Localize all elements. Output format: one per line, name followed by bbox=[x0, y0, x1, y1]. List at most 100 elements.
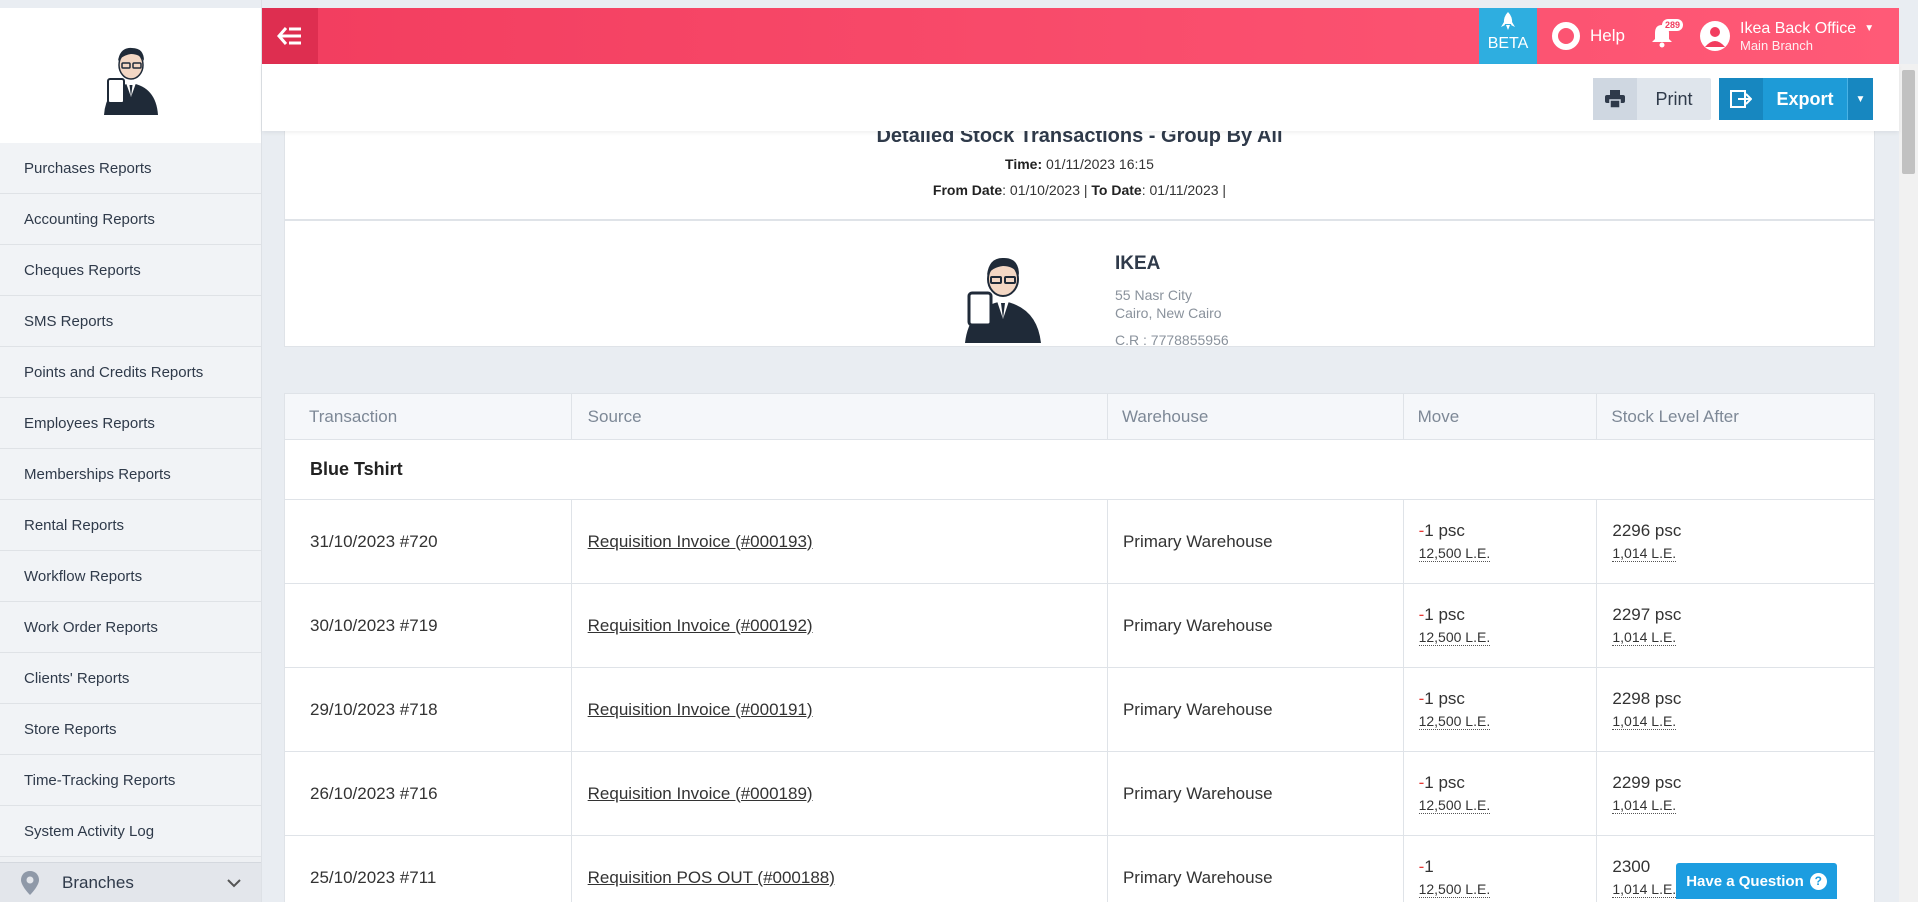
sidebar-item-employees-reports[interactable]: Employees Reports bbox=[0, 398, 261, 449]
branches-label: Branches bbox=[62, 872, 134, 892]
avatar bbox=[1700, 21, 1730, 51]
report-title: Detailed Stock Transactions - Group By A… bbox=[876, 131, 1283, 147]
sidebar-item-workflow-reports[interactable]: Workflow Reports bbox=[0, 551, 261, 602]
table-row: 31/10/2023 #720 Requisition Invoice (#00… bbox=[285, 500, 1874, 584]
level-value: 1,014 L.E. bbox=[1612, 545, 1677, 562]
company-cr: C.R : 7778855956 bbox=[1115, 332, 1229, 348]
sidebar-item-label: Time-Tracking Reports bbox=[24, 771, 176, 789]
page-scrollbar[interactable] bbox=[1899, 64, 1918, 902]
col-source: Source bbox=[572, 394, 1108, 439]
question-icon: ? bbox=[1809, 872, 1827, 890]
move-qty: 1 psc bbox=[1424, 773, 1465, 792]
notifications-button[interactable]: 289 bbox=[1650, 19, 1684, 52]
cell-source: Requisition Invoice (#000189) bbox=[572, 752, 1108, 835]
move-value: 12,500 L.E. bbox=[1418, 545, 1491, 562]
sidebar-item-rental-reports[interactable]: Rental Reports bbox=[0, 500, 261, 551]
sidebar-item-label: System Activity Log bbox=[24, 822, 155, 840]
company-logo[interactable] bbox=[0, 0, 261, 145]
source-link[interactable]: Requisition POS OUT (#000188) bbox=[588, 868, 835, 888]
user-menu[interactable]: Ikea Back Office Main Branch ▼ bbox=[1700, 16, 1874, 56]
cell-transaction: 30/10/2023 #719 bbox=[285, 584, 572, 667]
sidebar-item-system-activity-log[interactable]: System Activity Log bbox=[0, 806, 261, 857]
source-link[interactable]: Requisition Invoice (#000191) bbox=[588, 700, 813, 720]
help-button[interactable]: Help bbox=[1552, 8, 1625, 64]
sidebar-item-cheques-reports[interactable]: Cheques Reports bbox=[0, 245, 261, 296]
cell-warehouse: Primary Warehouse bbox=[1108, 752, 1404, 835]
table-row: 30/10/2023 #719 Requisition Invoice (#00… bbox=[285, 584, 1874, 668]
time-label: Time: bbox=[1005, 156, 1043, 172]
time-value: 01/11/2023 16:15 bbox=[1046, 156, 1154, 172]
cell-warehouse: Primary Warehouse bbox=[1108, 668, 1404, 751]
table-row: 25/10/2023 #711 Requisition POS OUT (#00… bbox=[285, 836, 1874, 902]
to-date-label: To Date bbox=[1091, 182, 1142, 198]
cell-move: -1 12,500 L.E. bbox=[1404, 836, 1598, 902]
scrollbar-thumb[interactable] bbox=[1902, 70, 1915, 174]
move-qty: 1 psc bbox=[1424, 605, 1465, 624]
sidebar-item-points-credits-reports[interactable]: Points and Credits Reports bbox=[0, 347, 261, 398]
cell-transaction: 25/10/2023 #711 bbox=[285, 836, 572, 902]
sidebar-item-label: Clients' Reports bbox=[24, 669, 130, 687]
sidebar-item-store-reports[interactable]: Store Reports bbox=[0, 704, 261, 755]
sidebar-nav: Purchases Reports Accounting Reports Che… bbox=[0, 143, 261, 857]
report-time: Time: 01/11/2023 16:15 bbox=[285, 156, 1874, 172]
businessman-logo-icon bbox=[103, 47, 158, 115]
beta-button[interactable]: BETA bbox=[1479, 8, 1537, 64]
sidebar-item-label: Purchases Reports bbox=[24, 159, 152, 177]
cell-source: Requisition Invoice (#000192) bbox=[572, 584, 1108, 667]
lifebuoy-icon bbox=[1552, 22, 1580, 50]
address-line-2: Cairo, New Cairo bbox=[1115, 305, 1222, 321]
group-title: Blue Tshirt bbox=[285, 440, 1874, 500]
transactions-table: Transaction Source Warehouse Move Stock … bbox=[284, 393, 1875, 902]
sidebar-item-label: Points and Credits Reports bbox=[24, 363, 204, 381]
cell-move: -1 psc 12,500 L.E. bbox=[1404, 668, 1598, 751]
sidebar-item-purchases-reports[interactable]: Purchases Reports bbox=[0, 143, 261, 194]
printer-icon bbox=[1593, 78, 1637, 120]
cell-source: Requisition POS OUT (#000188) bbox=[572, 836, 1108, 902]
caret-down-icon: ▼ bbox=[1864, 22, 1875, 34]
source-link[interactable]: Requisition Invoice (#000192) bbox=[588, 616, 813, 636]
company-logo-image bbox=[965, 257, 1041, 343]
level-qty: 2298 psc bbox=[1612, 689, 1682, 708]
notifications-badge: 289 bbox=[1662, 19, 1684, 31]
level-qty: 2300 bbox=[1612, 857, 1651, 876]
address-line-1: 55 Nasr City bbox=[1115, 287, 1193, 303]
move-qty: 1 psc bbox=[1424, 689, 1465, 708]
level-value: 1,014 L.E. bbox=[1612, 713, 1677, 730]
sidebar-item-time-tracking-reports[interactable]: Time-Tracking Reports bbox=[0, 755, 261, 806]
sidebar-item-accounting-reports[interactable]: Accounting Reports bbox=[0, 194, 261, 245]
sidebar-item-label: Accounting Reports bbox=[24, 210, 155, 228]
sidebar-item-label: Cheques Reports bbox=[24, 261, 141, 279]
source-link[interactable]: Requisition Invoice (#000193) bbox=[588, 532, 813, 552]
collapse-sidebar-button[interactable] bbox=[262, 8, 318, 64]
print-button[interactable]: Print bbox=[1593, 78, 1711, 120]
company-info: IKEA 55 Nasr City Cairo, New Cairo C.R :… bbox=[284, 220, 1875, 348]
branches-toggle[interactable]: Branches bbox=[0, 862, 261, 902]
level-value: 1,014 L.E. bbox=[1612, 629, 1677, 646]
export-button[interactable]: Export ▼ bbox=[1719, 78, 1873, 120]
cell-transaction: 29/10/2023 #718 bbox=[285, 668, 572, 751]
sidebar-item-clients-reports[interactable]: Clients' Reports bbox=[0, 653, 261, 704]
beta-label: BETA bbox=[1487, 35, 1529, 52]
source-link[interactable]: Requisition Invoice (#000189) bbox=[588, 784, 813, 804]
level-qty: 2299 psc bbox=[1612, 773, 1682, 792]
report-content: Detailed Stock Transactions - Group By A… bbox=[262, 131, 1899, 902]
sidebar-item-memberships-reports[interactable]: Memberships Reports bbox=[0, 449, 261, 500]
cell-source: Requisition Invoice (#000191) bbox=[572, 668, 1108, 751]
sidebar-item-sms-reports[interactable]: SMS Reports bbox=[0, 296, 261, 347]
have-a-question-button[interactable]: Have a Question ? bbox=[1676, 863, 1837, 899]
level-qty: 2297 psc bbox=[1612, 605, 1682, 624]
cell-move: -1 psc 12,500 L.E. bbox=[1404, 584, 1598, 667]
sidebar-item-work-order-reports[interactable]: Work Order Reports bbox=[0, 602, 261, 653]
cell-move: -1 psc 12,500 L.E. bbox=[1404, 752, 1598, 835]
cell-warehouse: Primary Warehouse bbox=[1108, 836, 1404, 902]
from-date-label: From Date bbox=[932, 182, 1003, 198]
cell-warehouse: Primary Warehouse bbox=[1108, 584, 1404, 667]
cell-transaction: 26/10/2023 #716 bbox=[285, 752, 572, 835]
cell-transaction: 31/10/2023 #720 bbox=[285, 500, 572, 583]
cell-stock-level: 2297 psc 1,014 L.E. bbox=[1597, 584, 1874, 667]
from-date-value: : 01/10/2023 | bbox=[1002, 182, 1088, 198]
question-label: Have a Question bbox=[1686, 872, 1804, 890]
export-dropdown-toggle[interactable]: ▼ bbox=[1847, 78, 1873, 120]
sidebar-item-label: Memberships Reports bbox=[24, 465, 171, 483]
sidebar-item-label: Workflow Reports bbox=[24, 567, 143, 585]
